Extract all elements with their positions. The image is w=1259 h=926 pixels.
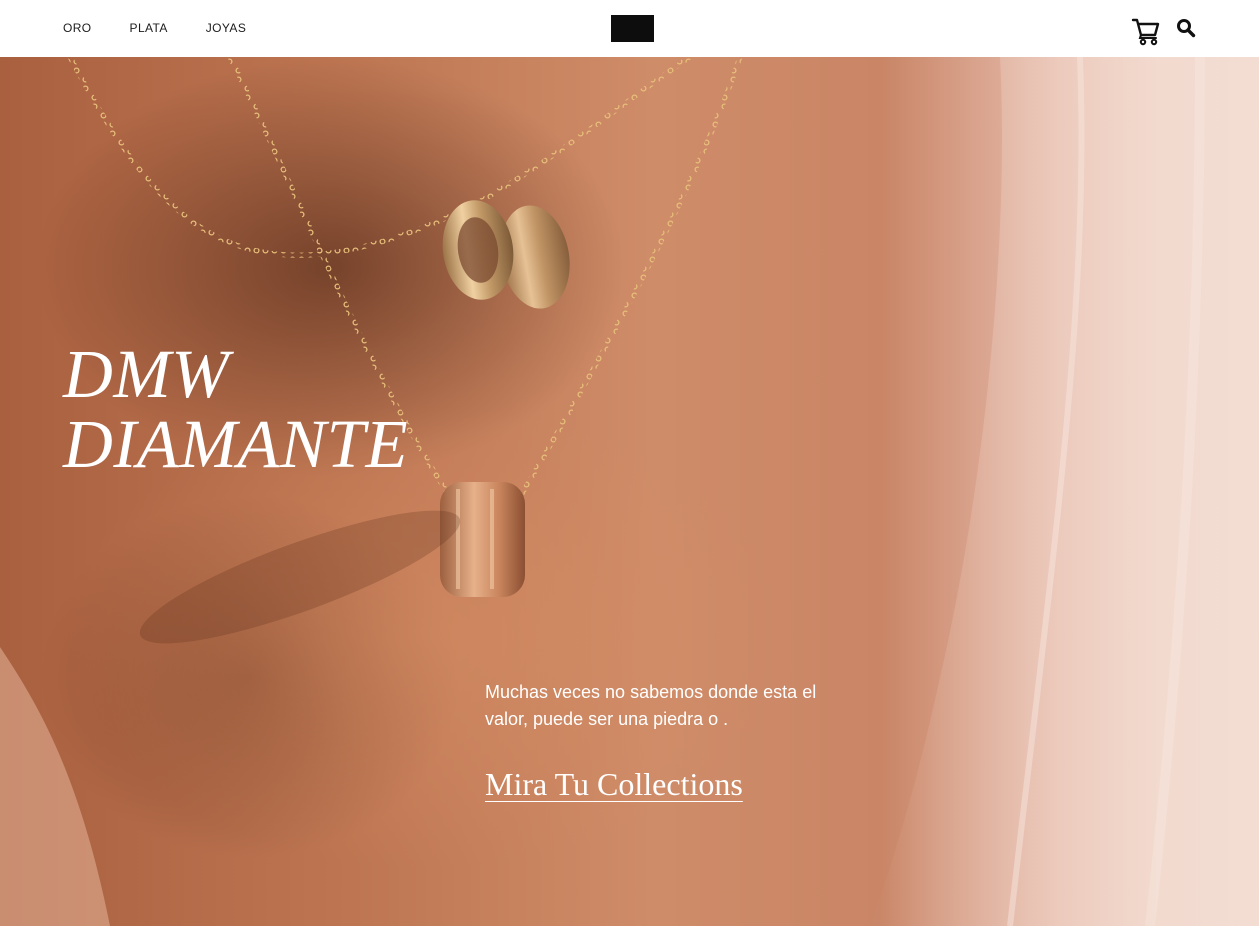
search-icon[interactable] <box>1176 18 1196 38</box>
nav-link-joyas[interactable]: JOYAS <box>206 21 246 35</box>
hero-title-line-1: DMW <box>63 336 230 412</box>
hero-title: DMW DIAMANTE <box>63 339 408 479</box>
collections-link[interactable]: Mira Tu Collections <box>485 764 743 804</box>
cart-icon[interactable] <box>1131 16 1161 46</box>
main-nav: ORO PLATA JOYAS <box>63 21 284 35</box>
hero-banner: DMW DIAMANTE Muchas veces no sabemos don… <box>0 57 1259 926</box>
nav-link-oro[interactable]: ORO <box>63 21 92 35</box>
brand-logo[interactable] <box>611 15 654 42</box>
site-header: ORO PLATA JOYAS <box>0 0 1259 57</box>
hero-title-line-2: DIAMANTE <box>63 406 409 482</box>
nav-link-plata[interactable]: PLATA <box>130 21 168 35</box>
hero-description: Muchas veces no sabemos donde esta el va… <box>485 682 817 729</box>
